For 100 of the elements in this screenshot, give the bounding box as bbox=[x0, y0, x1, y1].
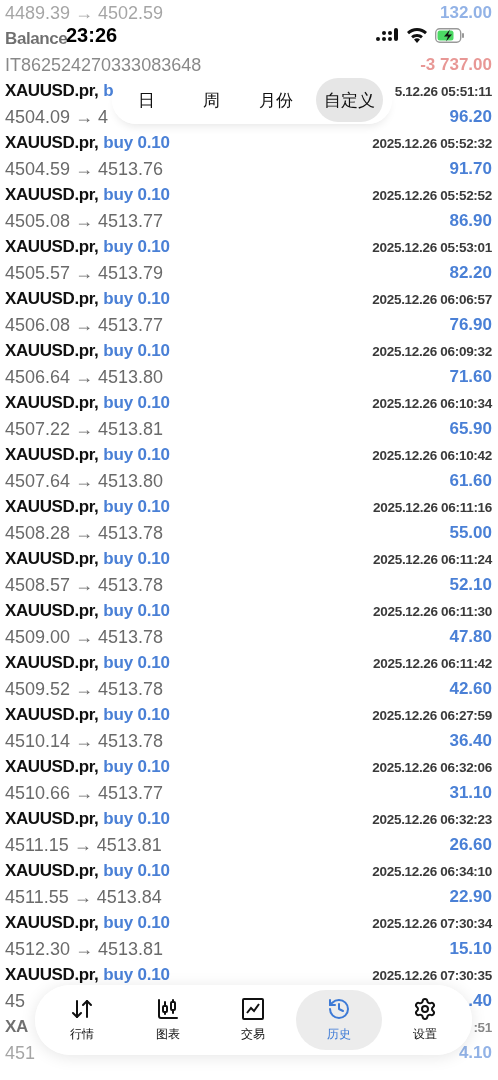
profit-text: 71.60 bbox=[449, 367, 492, 387]
order-text: buy 0.10 bbox=[103, 965, 170, 985]
profit-text: 65.90 bbox=[449, 419, 492, 439]
symbol-text: XAUUSD.pr, bbox=[5, 757, 99, 777]
order-text: buy 0.10 bbox=[103, 133, 170, 153]
profit-text: 31.10 bbox=[449, 783, 492, 803]
symbol-text: XAUUSD.pr, bbox=[5, 393, 99, 413]
symbol-text: XAUUSD.pr, bbox=[5, 133, 99, 153]
price-text: 4504.09 → 4 bbox=[5, 106, 109, 128]
clock-text: 23:26 bbox=[66, 23, 118, 47]
order-text: buy 0.10 bbox=[103, 913, 170, 933]
time-text: 2025.12.26 06:32:06 bbox=[372, 759, 492, 775]
order-text: buy 0.10 bbox=[103, 289, 170, 309]
period-tab[interactable]: 周 bbox=[186, 78, 237, 122]
order-text: buy 0.10 bbox=[103, 809, 170, 829]
time-text: 2025.12.26 06:11:16 bbox=[373, 499, 492, 515]
symbol-text: XAUUSD.pr, bbox=[5, 653, 99, 673]
profit-text: 91.70 bbox=[449, 159, 492, 179]
order-text: buy 0.10 bbox=[103, 185, 170, 205]
profit-text: 55.00 bbox=[449, 523, 492, 543]
time-text: 2025.12.26 06:09:32 bbox=[372, 343, 492, 359]
time-text: 2025.12.26 06:27:59 bbox=[372, 707, 492, 723]
profit-text: 52.10 bbox=[449, 575, 492, 595]
order-text: b bbox=[103, 81, 114, 101]
symbol-text: XAUUSD.pr, bbox=[5, 861, 99, 881]
time-text: 2025.12.26 06:11:42 bbox=[373, 655, 492, 671]
nav-tab[interactable]: 行情 bbox=[39, 990, 125, 1050]
symbol-text: XAUUSD.pr, bbox=[5, 185, 99, 205]
profit-text: 22.90 bbox=[449, 887, 492, 907]
period-tab[interactable]: 日 bbox=[121, 78, 172, 122]
nav-tab[interactable]: 图表 bbox=[124, 990, 211, 1050]
order-text: buy 0.10 bbox=[103, 861, 170, 881]
time-text: 2025.12.26 06:10:34 bbox=[372, 395, 492, 411]
time-text: 5.12.26 05:51:11 bbox=[394, 83, 492, 99]
candlestick-icon bbox=[155, 997, 180, 1021]
price-text: 45 bbox=[5, 990, 26, 1012]
period-tab[interactable]: 月份 bbox=[250, 78, 301, 122]
comment-text: IT862524270333083648 bbox=[5, 54, 202, 76]
time-text: 2025.12.26 06:34:10 bbox=[372, 863, 492, 879]
price-text: 4506.08 → 4513.77 bbox=[5, 314, 164, 336]
symbol-text: XAUUSD.pr, bbox=[5, 601, 99, 621]
order-text: buy 0.10 bbox=[103, 757, 170, 777]
price-text: 4510.14 → 4513.78 bbox=[5, 730, 164, 752]
profit-text: 15.10 bbox=[449, 939, 492, 959]
nav-tab[interactable]: 交易 bbox=[210, 990, 297, 1050]
up-down-arrows-icon bbox=[69, 997, 94, 1021]
profit-text: .40 bbox=[468, 991, 492, 1011]
time-text: 2025.12.26 05:52:32 bbox=[372, 135, 492, 151]
price-text: 4508.57 → 4513.78 bbox=[5, 574, 164, 596]
price-text: 4510.66 → 4513.77 bbox=[5, 782, 164, 804]
symbol-text: XAUUSD.pr, bbox=[5, 549, 99, 569]
time-text: 2025.12.26 05:52:52 bbox=[372, 187, 492, 203]
profit-text: 132.00 bbox=[440, 3, 492, 23]
order-text: buy 0.10 bbox=[103, 601, 170, 621]
symbol-text: XAUUSD.pr, bbox=[5, 81, 99, 101]
line-chart-icon bbox=[241, 997, 266, 1021]
profit-text: 42.60 bbox=[449, 679, 492, 699]
symbol-text: XAUUSD.pr, bbox=[5, 341, 99, 361]
price-text: 4504.59 → 4513.76 bbox=[5, 158, 164, 180]
price-text: 4511.55 → 4513.84 bbox=[5, 886, 162, 908]
symbol-text: Balance bbox=[5, 29, 68, 49]
order-text: buy 0.10 bbox=[103, 497, 170, 517]
price-text: 4506.64 → 4513.80 bbox=[5, 366, 164, 388]
profit-text: 86.90 bbox=[449, 211, 492, 231]
period-tab[interactable]: 自定义 bbox=[315, 78, 383, 122]
symbol-text: XAUUSD.pr, bbox=[5, 445, 99, 465]
profit-text: 96.20 bbox=[449, 107, 492, 127]
profit-text: 4.10 bbox=[458, 1043, 492, 1063]
battery-charging-icon bbox=[435, 27, 465, 43]
symbol-text: XAUUSD.pr, bbox=[5, 289, 99, 309]
symbol-text: XAUUSD.pr, bbox=[5, 809, 99, 829]
history-icon bbox=[327, 997, 352, 1021]
profit-text: 82.20 bbox=[449, 263, 492, 283]
time-text: 2025.12.26 06:10:42 bbox=[372, 447, 492, 463]
symbol-text: XA bbox=[5, 1017, 28, 1037]
order-text: buy 0.10 bbox=[103, 549, 170, 569]
settings-icon bbox=[413, 997, 438, 1021]
time-text: :51 bbox=[473, 1019, 492, 1035]
profit-text: 61.60 bbox=[449, 471, 492, 491]
symbol-text: XAUUSD.pr, bbox=[5, 705, 99, 725]
nav-tab[interactable]: 历史 bbox=[296, 990, 383, 1050]
profit-text: 36.40 bbox=[449, 731, 492, 751]
profit-text: 47.80 bbox=[449, 627, 492, 647]
symbol-text: XAUUSD.pr, bbox=[5, 965, 99, 985]
price-text: 451 bbox=[5, 1042, 36, 1064]
time-text: 2025.12.26 06:11:30 bbox=[373, 603, 492, 619]
order-text: buy 0.10 bbox=[103, 705, 170, 725]
symbol-text: XAUUSD.pr, bbox=[5, 913, 99, 933]
price-text: 4507.64 → 4513.80 bbox=[5, 470, 164, 492]
time-text: 2025.12.26 06:11:24 bbox=[373, 551, 492, 567]
price-text: 4505.08 → 4513.77 bbox=[5, 210, 164, 232]
profit-text: 76.90 bbox=[449, 315, 492, 335]
order-text: buy 0.10 bbox=[103, 341, 170, 361]
order-text: buy 0.10 bbox=[103, 237, 170, 257]
price-text: 4505.57 → 4513.79 bbox=[5, 262, 164, 284]
profit-text: -3 737.00 bbox=[420, 55, 492, 75]
price-text: 4512.30 → 4513.81 bbox=[5, 938, 164, 960]
time-text: 2025.12.26 07:30:34 bbox=[372, 915, 492, 931]
symbol-text: XAUUSD.pr, bbox=[5, 237, 99, 257]
symbol-text: XAUUSD.pr, bbox=[5, 497, 99, 517]
